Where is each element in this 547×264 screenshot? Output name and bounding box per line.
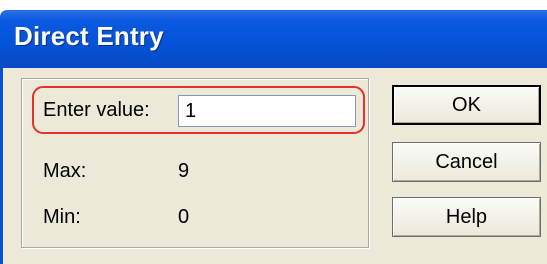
- direct-entry-dialog: Direct Entry Enter value: Max: 9 Min: 0 …: [0, 0, 547, 264]
- enter-value-label: Enter value:: [43, 99, 150, 121]
- min-label: Min:: [43, 206, 81, 228]
- dialog-body: Enter value: Max: 9 Min: 0 OK Cancel Hel…: [0, 68, 547, 264]
- help-button[interactable]: Help: [392, 197, 541, 237]
- title-bar[interactable]: Direct Entry: [0, 10, 547, 68]
- dialog-title: Direct Entry: [14, 21, 164, 51]
- ok-button[interactable]: OK: [392, 85, 541, 125]
- value-input[interactable]: [178, 95, 356, 127]
- min-value: 0: [178, 206, 190, 228]
- max-label: Max:: [43, 160, 87, 182]
- max-value: 9: [178, 160, 190, 182]
- cancel-button[interactable]: Cancel: [392, 142, 541, 182]
